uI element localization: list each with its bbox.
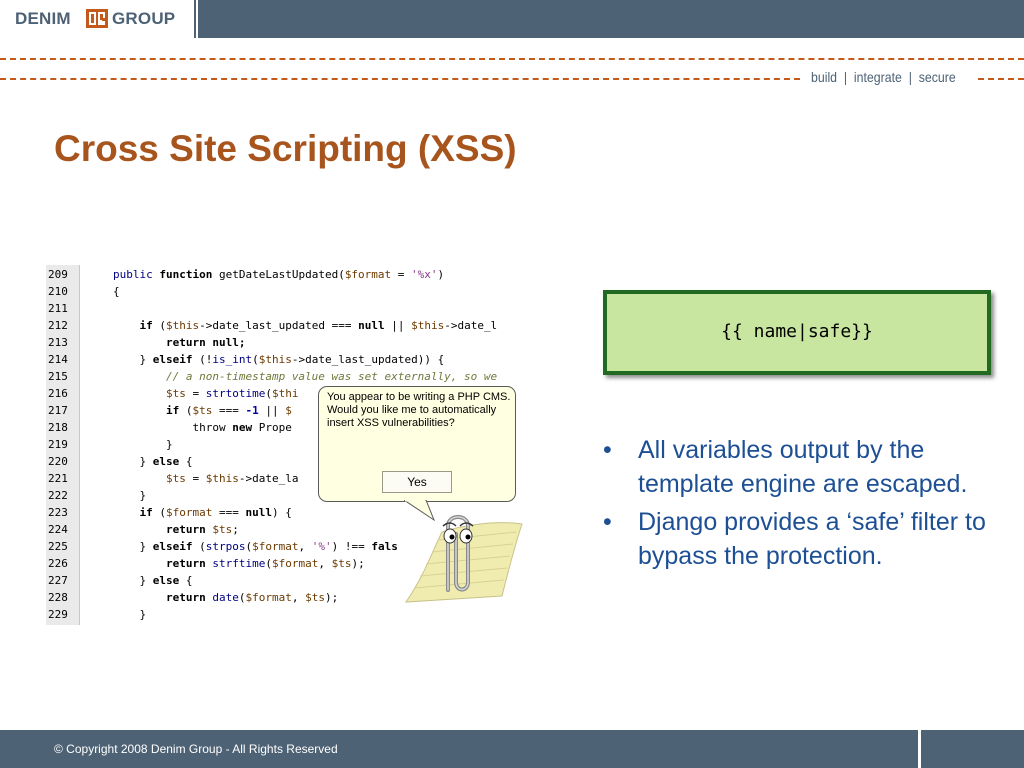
code-text: if ($this->date_last_updated === null ||…: [139, 319, 498, 332]
line-number: 221: [48, 472, 68, 485]
code-text: return $ts;: [165, 523, 239, 536]
paperclip-assistant-icon: [405, 515, 523, 603]
template-code-box: {{ name|safe}}: [603, 290, 991, 375]
code-text: }: [113, 438, 173, 451]
tagline: build | integrate | secure: [811, 69, 956, 85]
code-text: return null;: [165, 336, 246, 349]
code-text: }: [113, 608, 147, 621]
line-number: 215: [48, 370, 68, 383]
dashed-rule-end: [978, 78, 1024, 80]
line-number: 229: [48, 608, 68, 621]
code-text: $ts = strtotime($thi: [165, 387, 299, 400]
line-number: 222: [48, 489, 68, 502]
code-text: return strftime($format, $ts);: [165, 557, 365, 570]
line-number: 219: [48, 438, 68, 451]
logo: DENIM GROUP: [0, 0, 194, 38]
assistant-yes-button[interactable]: Yes: [382, 471, 452, 493]
line-number: 210: [48, 285, 68, 298]
line-number: 228: [48, 591, 68, 604]
line-number: 211: [48, 302, 68, 315]
code-text: } else {: [113, 455, 193, 468]
code-text: return date($format, $ts);: [165, 591, 339, 604]
line-number: 217: [48, 404, 68, 417]
code-text: } else {: [113, 574, 193, 587]
template-code: {{ name|safe}}: [721, 321, 873, 342]
line-number: 227: [48, 574, 68, 587]
code-text: public function getDateLastUpdated($form…: [113, 268, 445, 281]
line-number: 224: [48, 523, 68, 536]
dashed-rule-bottom: [0, 78, 800, 80]
footer-bar: © Copyright 2008 Denim Group - All Right…: [0, 730, 1024, 768]
code-text: if ($format === null) {: [139, 506, 292, 519]
assistant-message: You appear to be writing a PHP CMS. Woul…: [327, 391, 511, 429]
line-number: 214: [48, 353, 68, 366]
line-number: 216: [48, 387, 68, 400]
bullet-item: • Django provides a ‘safe’ filter to byp…: [603, 505, 993, 573]
top-banner: DENIM GROUP: [0, 0, 1024, 38]
code-text: {: [113, 285, 120, 298]
denim-group-logo-icon: [86, 9, 108, 28]
code-text: } elseif (!is_int($this->date_last_updat…: [113, 353, 445, 366]
bullet-list: • All variables output by the template e…: [603, 433, 993, 577]
line-number: 225: [48, 540, 68, 553]
copyright-text: © Copyright 2008 Denim Group - All Right…: [54, 742, 338, 756]
footer-divider: [918, 730, 921, 768]
slide-title: Cross Site Scripting (XSS): [54, 128, 517, 169]
code-text: } elseif (strpos($format, '%') !== fals: [113, 540, 398, 553]
banner-divider: [196, 0, 198, 38]
logo-text-group: GROUP: [112, 9, 176, 28]
line-number: 209: [48, 268, 68, 281]
logo-text-denim: DENIM: [15, 9, 71, 28]
bullet-marker: •: [603, 436, 612, 464]
code-text: // a non-timestamp value was set externa…: [165, 370, 498, 383]
bullet-item: • All variables output by the template e…: [603, 433, 993, 501]
dashed-rule-top: [0, 58, 1024, 60]
line-number: 218: [48, 421, 68, 434]
line-number: 212: [48, 319, 68, 332]
line-number: 223: [48, 506, 68, 519]
code-text: }: [113, 489, 147, 502]
bullet-text: Django provides a ‘safe’ filter to bypas…: [638, 508, 986, 570]
line-number: 226: [48, 557, 68, 570]
line-number: 213: [48, 336, 68, 349]
code-text: $ts = $this->date_la: [165, 472, 299, 485]
assistant-speech-bubble: You appear to be writing a PHP CMS. Woul…: [318, 386, 516, 502]
bullet-text: All variables output by the template eng…: [638, 436, 968, 498]
line-number: 220: [48, 455, 68, 468]
bullet-marker: •: [603, 508, 612, 536]
